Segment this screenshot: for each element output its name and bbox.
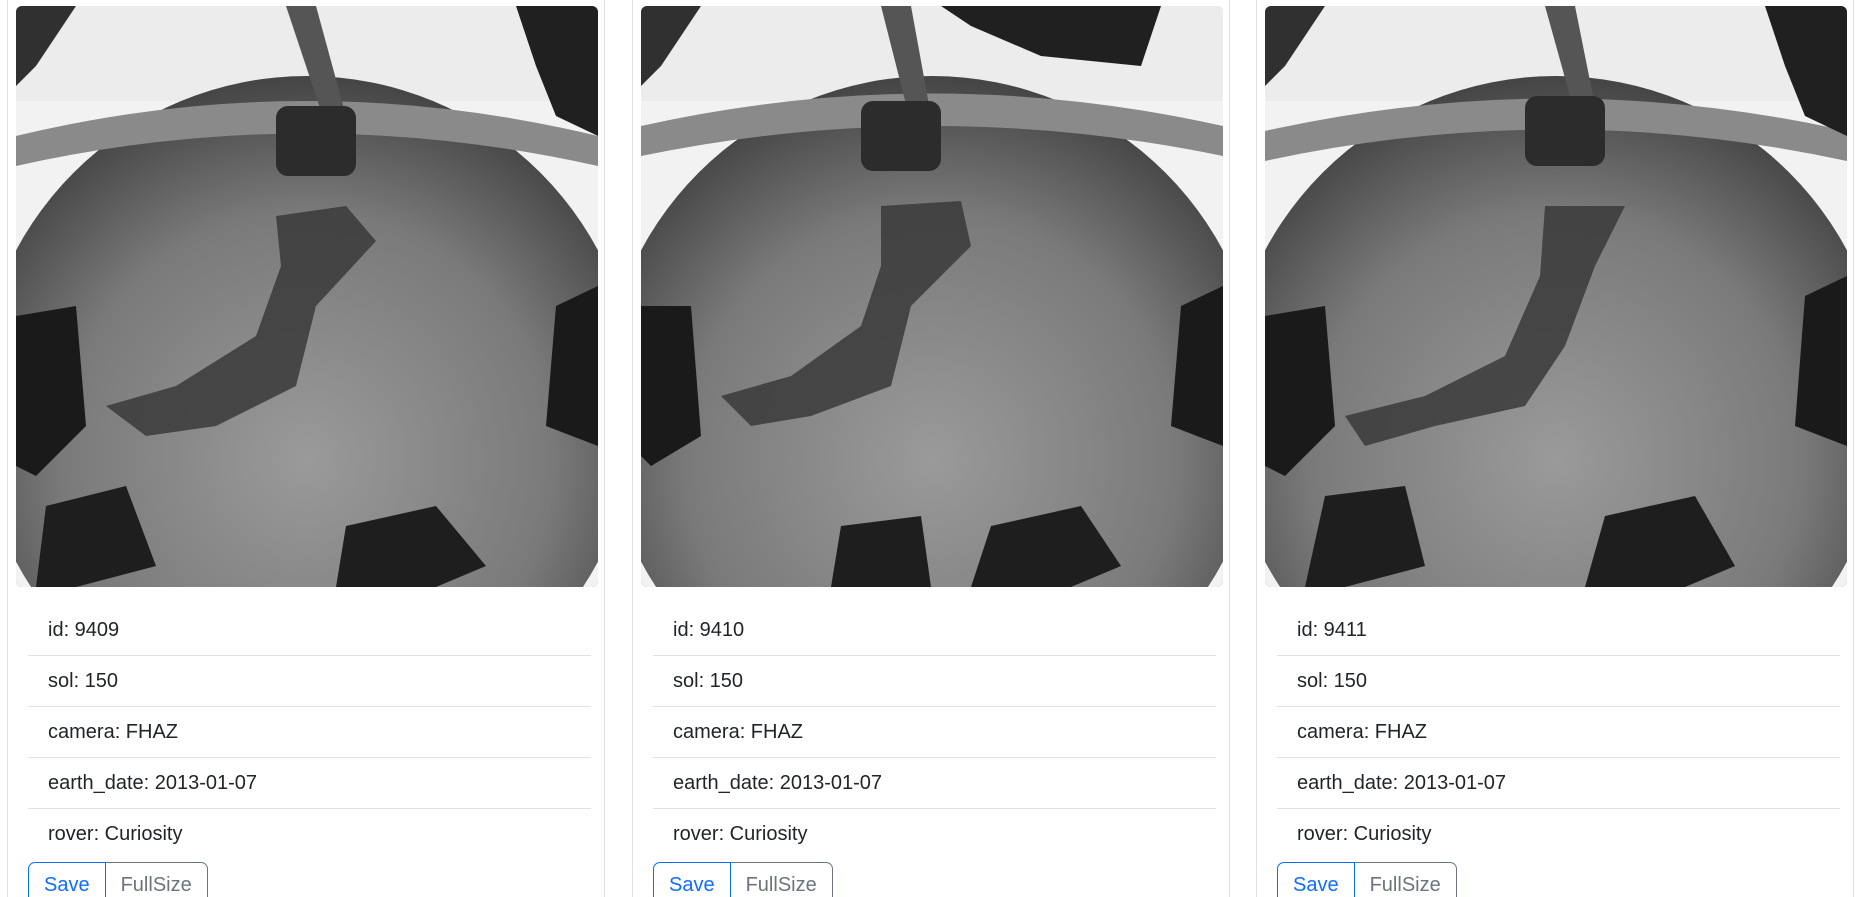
fullsize-button[interactable]: FullSize [1354, 862, 1457, 897]
photo-card: id: 9411 sol: 150 camera: FHAZ earth_dat… [1256, 0, 1854, 897]
photo-card: id: 9409 sol: 150 camera: FHAZ earth_dat… [7, 0, 605, 897]
photo-sol: sol: 150 [653, 656, 1216, 707]
photo-sol: sol: 150 [28, 656, 591, 707]
button-group: Save FullSize [28, 862, 208, 897]
photo-details-list: id: 9409 sol: 150 camera: FHAZ earth_dat… [28, 605, 591, 860]
save-button[interactable]: Save [653, 862, 731, 897]
photo-earth-date: earth_date: 2013-01-07 [1277, 758, 1840, 809]
photo-earth-date: earth_date: 2013-01-07 [28, 758, 591, 809]
photo-details-list: id: 9410 sol: 150 camera: FHAZ earth_dat… [653, 605, 1216, 860]
button-group: Save FullSize [1277, 862, 1457, 897]
photo-earth-date: earth_date: 2013-01-07 [653, 758, 1216, 809]
rover-photo[interactable] [641, 6, 1223, 587]
photo-rover: rover: Curiosity [1297, 823, 1432, 845]
photo-id: id: 9409 [28, 605, 591, 656]
fullsize-button[interactable]: FullSize [105, 862, 208, 897]
photo-card: id: 9410 sol: 150 camera: FHAZ earth_dat… [632, 0, 1230, 897]
photo-camera: camera: FHAZ [653, 707, 1216, 758]
photo-camera: camera: FHAZ [1277, 707, 1840, 758]
photo-sol: sol: 150 [1277, 656, 1840, 707]
rover-photo[interactable] [1265, 6, 1847, 587]
photo-camera: camera: FHAZ [28, 707, 591, 758]
photo-id: id: 9411 [1277, 605, 1840, 656]
save-button[interactable]: Save [28, 862, 106, 897]
photo-rover: rover: Curiosity [48, 823, 183, 845]
photo-id: id: 9410 [653, 605, 1216, 656]
rover-photo[interactable] [16, 6, 598, 587]
save-button[interactable]: Save [1277, 862, 1355, 897]
photo-grid: id: 9409 sol: 150 camera: FHAZ earth_dat… [0, 0, 1871, 897]
photo-details-list: id: 9411 sol: 150 camera: FHAZ earth_dat… [1277, 605, 1840, 860]
fullsize-button[interactable]: FullSize [730, 862, 833, 897]
button-group: Save FullSize [653, 862, 833, 897]
photo-rover: rover: Curiosity [673, 823, 808, 845]
